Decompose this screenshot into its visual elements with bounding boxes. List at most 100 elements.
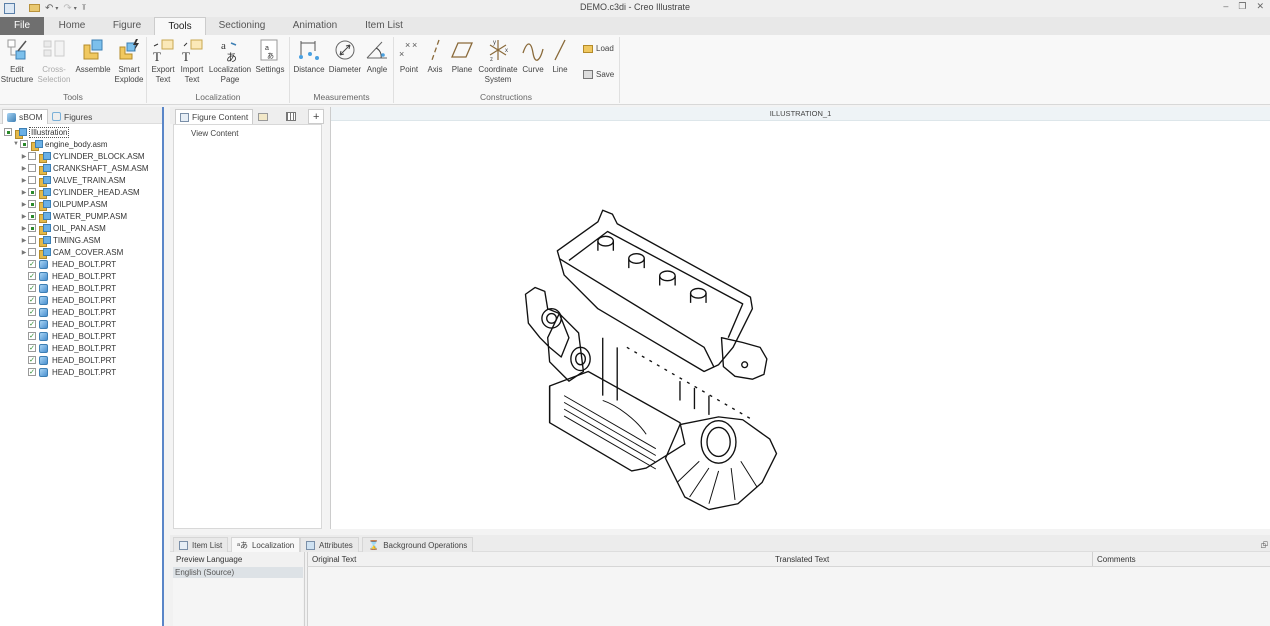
visibility-checkbox[interactable]: ✓: [28, 320, 36, 328]
expand-arrow-icon[interactable]: ▶: [20, 165, 28, 172]
visibility-checkbox[interactable]: ✓: [28, 284, 36, 292]
visibility-checkbox[interactable]: [28, 164, 36, 172]
expand-arrow-icon[interactable]: ▶: [20, 213, 28, 220]
tree-item-assembly[interactable]: ▶ CAM_COVER.ASM: [20, 246, 123, 259]
plane-button[interactable]: Plane: [448, 37, 476, 75]
tab-file[interactable]: File: [0, 17, 44, 35]
visibility-checkbox[interactable]: ✓: [28, 368, 36, 376]
coordinate-system-button[interactable]: y x z Coordinate System: [477, 37, 519, 85]
expand-arrow-icon[interactable]: ▶: [20, 225, 28, 232]
save-button[interactable]: Save: [583, 70, 614, 79]
curve-button[interactable]: Curve: [520, 37, 546, 75]
column-comments[interactable]: Comments: [1097, 554, 1136, 566]
tab-attributes[interactable]: Attributes: [300, 537, 359, 552]
visibility-checkbox[interactable]: [28, 188, 36, 196]
visibility-checkbox[interactable]: [28, 224, 36, 232]
tree-item-assembly[interactable]: ▼ engine_body.asm: [12, 138, 108, 151]
visibility-checkbox[interactable]: [28, 200, 36, 208]
tree-item-part[interactable]: ✓ HEAD_BOLT.PRT: [20, 282, 116, 294]
export-text-button[interactable]: T Export Text: [149, 37, 177, 85]
tree-item-part[interactable]: ✓ HEAD_BOLT.PRT: [20, 294, 116, 306]
visibility-checkbox[interactable]: [28, 248, 36, 256]
expand-arrow-icon[interactable]: ▶: [20, 153, 28, 160]
visibility-checkbox[interactable]: [28, 152, 36, 160]
import-text-button[interactable]: T Import Text: [178, 37, 206, 85]
visibility-checkbox[interactable]: ✓: [28, 308, 36, 316]
column-translated-text[interactable]: Translated Text: [775, 554, 829, 566]
visibility-checkbox[interactable]: [20, 140, 28, 148]
visibility-checkbox[interactable]: ✓: [28, 332, 36, 340]
angle-button[interactable]: Angle: [363, 37, 391, 75]
tree-item-assembly[interactable]: ▶ OIL_PAN.ASM: [20, 222, 106, 235]
cross-selection-button[interactable]: Cross- Selection: [36, 37, 72, 85]
visibility-checkbox[interactable]: [28, 176, 36, 184]
assemble-button[interactable]: Assemble: [74, 37, 112, 75]
tree-item-assembly[interactable]: ▶ OILPUMP.ASM: [20, 198, 108, 211]
visibility-checkbox[interactable]: ✓: [28, 344, 36, 352]
visibility-checkbox[interactable]: ✓: [28, 272, 36, 280]
tab-figures[interactable]: Figures: [48, 109, 96, 124]
tab-sequence[interactable]: [282, 109, 300, 124]
graphics-viewport[interactable]: ILLUSTRATION_1: [330, 107, 1270, 529]
expand-arrow-icon[interactable]: ▶: [20, 177, 28, 184]
visibility-checkbox[interactable]: [4, 128, 12, 136]
tab-item-list[interactable]: Item List: [352, 17, 416, 35]
translation-grid[interactable]: [308, 567, 1270, 626]
tab-item-list-bottom[interactable]: Item List: [173, 537, 229, 552]
tab-layers[interactable]: [254, 109, 272, 124]
localization-settings-button[interactable]: aあ Settings: [254, 37, 286, 75]
close-icon[interactable]: ✕: [1256, 1, 1264, 12]
tree-item-part[interactable]: ✓ HEAD_BOLT.PRT: [20, 258, 116, 270]
tree-item-assembly[interactable]: ▶ CYLINDER_HEAD.ASM: [20, 186, 140, 199]
visibility-checkbox[interactable]: ✓: [28, 260, 36, 268]
tab-animation[interactable]: Animation: [278, 17, 352, 35]
point-button[interactable]: × × × Point: [396, 37, 422, 75]
visibility-checkbox[interactable]: [28, 212, 36, 220]
engine-assembly-drawing[interactable]: [511, 197, 791, 517]
expand-arrow-icon[interactable]: ▶: [20, 201, 28, 208]
visibility-checkbox[interactable]: ✓: [28, 296, 36, 304]
column-original-text[interactable]: Original Text: [312, 554, 356, 566]
tab-sbom[interactable]: sBOM: [2, 109, 48, 124]
tree-item-assembly[interactable]: ▶ TIMING.ASM: [20, 234, 101, 247]
tab-home[interactable]: Home: [44, 17, 100, 35]
tree-item-part[interactable]: ✓ HEAD_BOLT.PRT: [20, 330, 116, 342]
diameter-button[interactable]: Diameter: [327, 37, 363, 75]
tree-item-part[interactable]: ✓ HEAD_BOLT.PRT: [20, 366, 116, 378]
add-tab-button[interactable]: +: [308, 109, 325, 124]
line-button[interactable]: Line: [547, 37, 573, 75]
restore-icon[interactable]: ❐: [1238, 1, 1246, 12]
expand-arrow-icon[interactable]: ▶: [20, 249, 28, 256]
tree-item-assembly[interactable]: ▶ CYLINDER_BLOCK.ASM: [20, 150, 145, 163]
load-button[interactable]: Load: [583, 44, 614, 53]
visibility-checkbox[interactable]: [28, 236, 36, 244]
tree-item-part[interactable]: ✓ HEAD_BOLT.PRT: [20, 270, 116, 282]
maximize-panel-icon[interactable]: ⮺: [1261, 538, 1268, 554]
tab-tools[interactable]: Tools: [154, 17, 206, 35]
tree-item-part[interactable]: ✓ HEAD_BOLT.PRT: [20, 318, 116, 330]
tree-item-assembly[interactable]: ▶ WATER_PUMP.ASM: [20, 210, 127, 223]
tree-item-assembly[interactable]: ▶ CRANKSHAFT_ASM.ASM: [20, 162, 149, 175]
tab-figure[interactable]: Figure: [100, 17, 154, 35]
tree-item-assembly[interactable]: Illustration: [4, 126, 70, 139]
expand-arrow-icon[interactable]: ▶: [20, 237, 28, 244]
visibility-checkbox[interactable]: ✓: [28, 356, 36, 364]
edit-structure-button[interactable]: Edit Structure: [0, 37, 34, 85]
tree-item-part[interactable]: ✓ HEAD_BOLT.PRT: [20, 306, 116, 318]
tab-background-operations[interactable]: ⌛ Background Operations: [362, 537, 474, 552]
expand-arrow-icon[interactable]: ▶: [20, 189, 28, 196]
view-content-item[interactable]: View Content: [191, 129, 238, 138]
minimize-icon[interactable]: –: [1223, 1, 1228, 12]
language-item[interactable]: English (Source): [173, 567, 303, 578]
tree-item-assembly[interactable]: ▶ VALVE_TRAIN.ASM: [20, 174, 126, 187]
tree-item-part[interactable]: ✓ HEAD_BOLT.PRT: [20, 354, 116, 366]
distance-button[interactable]: Distance: [292, 37, 326, 75]
collapse-arrow-icon[interactable]: ▼: [12, 141, 20, 147]
smart-explode-button[interactable]: Smart Explode: [112, 37, 146, 85]
tree-item-part[interactable]: ✓ HEAD_BOLT.PRT: [20, 342, 116, 354]
localization-page-button[interactable]: aあ Localization Page: [207, 37, 253, 85]
tab-figure-content[interactable]: Figure Content: [175, 109, 254, 124]
tab-localization[interactable]: ᵃあ Localization: [231, 537, 301, 552]
axis-button[interactable]: Axis: [423, 37, 447, 75]
tab-sectioning[interactable]: Sectioning: [206, 17, 278, 35]
